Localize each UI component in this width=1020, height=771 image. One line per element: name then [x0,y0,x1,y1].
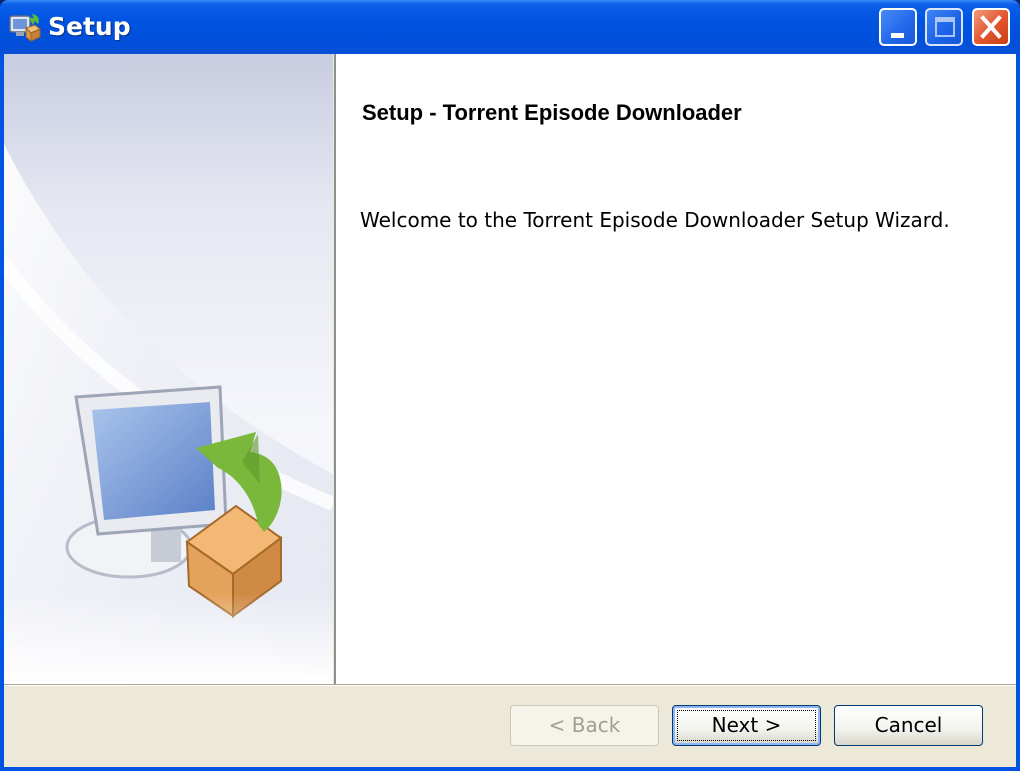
dialog-body: Setup - Torrent Episode Downloader Welco… [4,54,1016,767]
wizard-content: Setup - Torrent Episode Downloader Welco… [334,54,1016,684]
welcome-text: Welcome to the Torrent Episode Downloade… [360,208,950,232]
computer-with-package-install-graphic [4,144,333,684]
wizard-side-image [4,54,333,684]
button-area-divider [4,684,1016,686]
minimize-button[interactable] [879,8,917,46]
setup-window: Setup Setup - Torrent Episode Downloader… [0,0,1020,771]
back-button[interactable]: < Back [510,705,659,746]
title-bar[interactable]: Setup [0,0,1020,54]
setup-installer-icon [9,14,41,43]
next-button[interactable]: Next > [672,705,821,746]
cancel-button[interactable]: Cancel [834,705,983,746]
close-icon [980,15,1002,39]
next-button-label: Next > [711,713,782,737]
window-title: Setup [48,12,131,41]
minimize-icon [891,33,904,38]
cancel-button-label: Cancel [874,713,943,737]
close-button[interactable] [972,8,1010,46]
back-button-label: < Back [548,713,621,737]
maximize-button[interactable] [925,8,963,46]
maximize-icon [935,17,955,37]
wizard-heading: Setup - Torrent Episode Downloader [362,100,742,125]
